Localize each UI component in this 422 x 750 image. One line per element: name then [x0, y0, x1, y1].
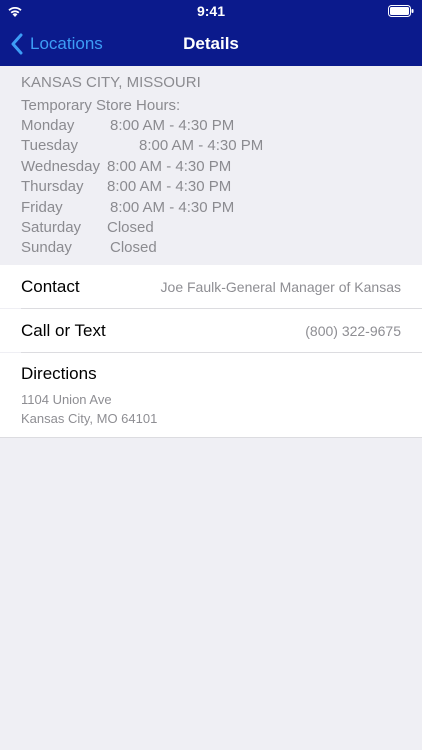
address-line-1: 1104 Union Ave — [21, 392, 112, 407]
call-row[interactable]: Call or Text (800) 322-9675 — [0, 309, 422, 352]
hours-day: Saturday — [21, 219, 82, 236]
store-info: KANSAS CITY, MISSOURI Temporary Store Ho… — [0, 66, 422, 264]
status-time: 9:41 — [196, 3, 226, 19]
contact-row[interactable]: Contact Joe Faulk-General Manager of Kan… — [0, 265, 422, 308]
divider — [0, 437, 422, 438]
hours-time: 8:00 AM - 4:30 PM — [139, 137, 264, 154]
contact-value: Joe Faulk-General Manager of Kansas — [160, 279, 401, 295]
hours-day: Thursday — [21, 178, 84, 195]
directions-row[interactable]: Directions 1104 Union Ave Kansas City, M… — [0, 353, 422, 437]
store-location: KANSAS CITY, MISSOURI — [21, 74, 201, 91]
hours-day: Monday — [21, 117, 75, 134]
hours-day: Tuesday — [21, 137, 78, 154]
navigation-header: 9:41 Locations Details — [0, 0, 422, 66]
hours-time: Closed — [107, 219, 154, 236]
hours-time: 8:00 AM - 4:30 PM — [110, 117, 235, 134]
hours-day: Friday — [21, 199, 63, 216]
status-bar: 9:41 — [0, 0, 422, 22]
address-line-2: Kansas City, MO 64101 — [21, 411, 158, 426]
hours-time: 8:00 AM - 4:30 PM — [107, 178, 232, 195]
phone-number: (800) 322-9675 — [305, 323, 401, 339]
hours-heading: Temporary Store Hours: — [21, 97, 181, 114]
hours-time: Closed — [110, 239, 157, 256]
hours-day: Sunday — [21, 239, 72, 256]
nav-bar: Locations Details — [0, 22, 422, 66]
directions-label: Directions — [21, 364, 97, 383]
contact-label: Contact — [21, 277, 80, 296]
hours-day: Wednesday — [21, 158, 100, 175]
hours-time: 8:00 AM - 4:30 PM — [110, 199, 235, 216]
hours-time: 8:00 AM - 4:30 PM — [107, 158, 232, 175]
battery-icon — [388, 5, 414, 17]
page-title: Details — [183, 34, 239, 53]
call-label: Call or Text — [21, 321, 106, 340]
